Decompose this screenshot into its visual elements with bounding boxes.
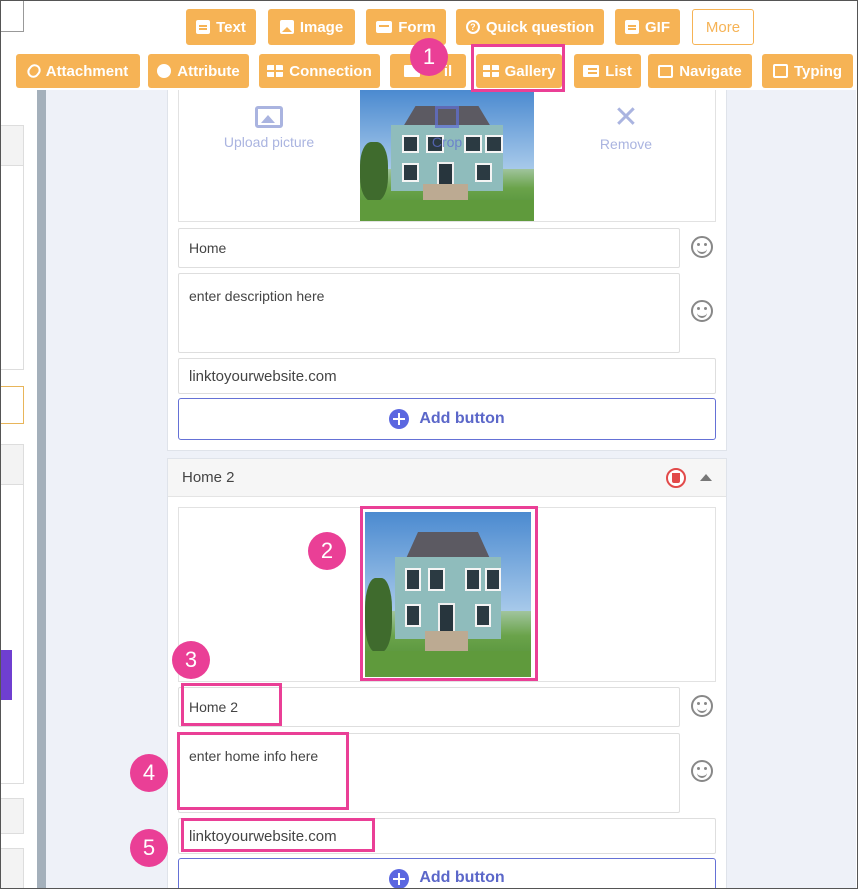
image-button[interactable]: Image xyxy=(268,9,355,45)
left-panel-card xyxy=(0,125,24,370)
left-panel-bar xyxy=(0,798,24,834)
emoji-icon[interactable] xyxy=(691,300,713,322)
form-icon xyxy=(376,21,393,33)
question-icon: ? xyxy=(465,20,480,34)
emoji-icon[interactable] xyxy=(691,236,713,258)
image-button-label: Image xyxy=(299,18,344,36)
gif-icon xyxy=(625,20,639,34)
text-button[interactable]: Text xyxy=(186,9,256,45)
text-button-label: Text xyxy=(216,18,246,36)
left-panel xyxy=(0,0,36,889)
plus-circle-icon xyxy=(389,869,410,889)
list-icon xyxy=(583,65,600,77)
image-area-1: Upload picture Crop ✕ Remove xyxy=(178,90,716,222)
emoji-icon[interactable] xyxy=(691,695,713,717)
attribute-button[interactable]: Attribute xyxy=(148,54,249,88)
card1-add-button-label: Add button xyxy=(419,410,505,427)
typing-button-label: Typing xyxy=(793,62,843,80)
connection-button-label: Connection xyxy=(289,62,372,80)
close-icon: ✕ xyxy=(613,101,639,134)
card1-description-input[interactable]: enter description here xyxy=(178,273,680,353)
callout-badge-5: 5 xyxy=(130,829,168,867)
quick-question-button[interactable]: ? Quick question xyxy=(456,9,604,45)
attribute-button-label: Attribute xyxy=(177,62,240,80)
gif-button[interactable]: GIF xyxy=(615,9,680,45)
left-panel-orange-field[interactable] xyxy=(0,386,24,424)
connection-button[interactable]: Connection xyxy=(259,54,380,88)
navigate-icon xyxy=(658,64,674,78)
left-panel-card-2 xyxy=(0,444,24,784)
crop-label: Crop xyxy=(431,134,463,150)
card1-link-input[interactable]: linktoyourwebsite.com xyxy=(178,358,716,394)
more-button-label: More xyxy=(705,18,741,36)
quick-question-button-label: Quick question xyxy=(485,18,595,36)
upload-icon xyxy=(255,106,283,128)
crop-button[interactable]: Crop xyxy=(392,106,502,150)
circle-icon xyxy=(157,64,172,78)
gif-button-label: GIF xyxy=(645,18,670,36)
edit-icon xyxy=(772,64,788,78)
callout-highlight-gallery xyxy=(471,44,565,92)
callout-badge-4: 4 xyxy=(130,754,168,792)
callout-highlight-link xyxy=(181,818,375,852)
navigate-button[interactable]: Navigate xyxy=(648,54,752,88)
list-button-label: List xyxy=(605,62,632,80)
paperclip-icon xyxy=(24,61,43,81)
chevron-up-icon[interactable] xyxy=(700,474,712,481)
callout-highlight-title xyxy=(181,683,282,726)
attachment-button-label: Attachment xyxy=(45,62,129,80)
card1-add-button[interactable]: Add button xyxy=(178,398,716,440)
card2-header-title: Home 2 xyxy=(182,469,235,486)
typing-button[interactable]: Typing xyxy=(762,54,853,88)
navigate-button-label: Navigate xyxy=(679,62,742,80)
emoji-icon[interactable] xyxy=(691,760,713,782)
callout-badge-2: 2 xyxy=(308,532,346,570)
card1-description-value: enter description here xyxy=(189,288,325,304)
form-button-label: Form xyxy=(398,18,436,36)
card2-add-button[interactable]: Add button xyxy=(178,858,716,889)
attachment-button[interactable]: Attachment xyxy=(16,54,140,88)
card1-title-input[interactable]: Home xyxy=(178,228,680,268)
callout-highlight-description xyxy=(177,732,349,810)
remove-picture-label: Remove xyxy=(599,136,653,152)
panel-divider[interactable] xyxy=(37,90,46,889)
plus-circle-icon xyxy=(389,409,410,429)
card1-link-value: linktoyourwebsite.com xyxy=(189,367,337,385)
upload-picture-button[interactable]: Upload picture xyxy=(214,106,324,150)
callout-badge-3: 3 xyxy=(172,641,210,679)
card2-add-button-label: Add button xyxy=(419,869,505,886)
callout-highlight-image xyxy=(360,506,538,681)
remove-picture-button[interactable]: ✕ Remove xyxy=(571,101,681,153)
table-icon xyxy=(267,65,284,77)
more-button[interactable]: More xyxy=(692,9,754,45)
left-panel-purple-button[interactable] xyxy=(0,650,12,700)
upload-picture-label: Upload picture xyxy=(223,134,315,150)
left-panel-bar-2 xyxy=(0,848,24,889)
trash-icon[interactable] xyxy=(666,467,686,488)
callout-badge-1: 1 xyxy=(410,38,448,76)
list-button[interactable]: List xyxy=(574,54,641,88)
crop-icon xyxy=(435,106,459,128)
image-icon xyxy=(279,20,294,34)
card2-header[interactable]: Home 2 xyxy=(168,459,726,497)
left-panel-top-box xyxy=(0,0,24,32)
document-icon xyxy=(196,20,211,34)
card1-title-value: Home xyxy=(189,240,227,256)
